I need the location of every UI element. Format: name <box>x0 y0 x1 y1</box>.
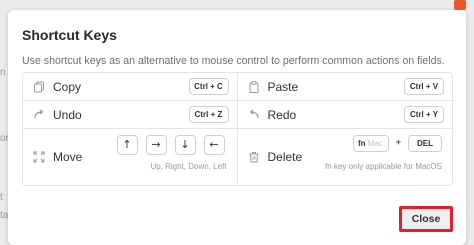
arrow-left-key: ← <box>203 135 225 155</box>
move-hint: Up, Right, Down, Left <box>150 162 227 171</box>
dialog-description: Use shortcut keys as an alternative to m… <box>22 55 445 67</box>
key-plus: + <box>395 137 401 147</box>
key-combo: Ctrl + V <box>404 78 444 95</box>
dialog-title: Shortcut Keys <box>22 27 117 43</box>
shortcut-redo: Redo Ctrl + Y <box>237 101 452 129</box>
key-combo: Ctrl + C <box>188 78 229 95</box>
shortcut-label: Delete <box>267 150 303 164</box>
arrow-right-key: → <box>145 135 167 155</box>
delete-hint: fn key only applicable for MacOS <box>325 162 442 171</box>
shortcut-delete: Delete fn Mac + DEL fn key only applicab… <box>238 129 453 185</box>
key-combo: Ctrl + Y <box>404 106 444 123</box>
shortcut-grid: Copy Ctrl + C Paste Ctrl + V Undo Ctrl +… <box>22 72 453 186</box>
arrow-up-key: ↑ <box>116 135 138 155</box>
paste-icon <box>248 81 260 93</box>
arrow-down-key: ↓ <box>174 135 196 155</box>
close-button[interactable]: Close <box>399 206 453 232</box>
shortcut-move: Move ↑ → ↓ ← Up, Right, Down, Left <box>23 129 238 185</box>
shortcut-label: Move <box>53 150 83 164</box>
shortcut-label: Paste <box>267 80 299 94</box>
del-key: DEL <box>408 135 442 152</box>
shortcut-paste: Paste Ctrl + V <box>237 73 452 101</box>
fn-key-label: fn <box>358 139 366 148</box>
background-close-icon <box>454 0 466 10</box>
move-icon <box>33 151 45 163</box>
fn-key: fn Mac <box>353 135 389 152</box>
shortcut-undo: Undo Ctrl + Z <box>23 101 238 129</box>
trash-icon <box>248 151 260 163</box>
background-text: t <box>0 192 3 203</box>
redo-icon <box>248 109 260 121</box>
shortcut-label: Redo <box>267 108 297 122</box>
undo-icon <box>33 109 45 121</box>
key-combo: Ctrl + Z <box>188 106 229 123</box>
mac-key-sublabel: Mac <box>367 139 383 148</box>
shortcut-keys-dialog: Shortcut Keys Use shortcut keys as an al… <box>8 10 466 245</box>
shortcut-label: Copy <box>53 80 82 94</box>
shortcut-label: Undo <box>53 108 82 122</box>
shortcut-copy: Copy Ctrl + C <box>23 73 238 101</box>
arrow-keys: ↑ → ↓ ← <box>116 135 227 155</box>
background-text: n <box>0 67 6 78</box>
copy-icon <box>33 81 45 93</box>
